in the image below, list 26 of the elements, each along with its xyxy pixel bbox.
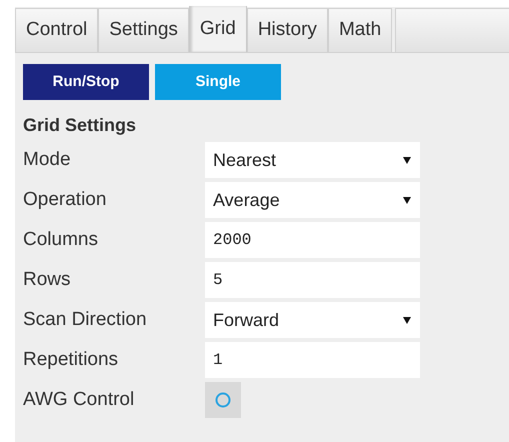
field-label: Mode — [23, 148, 72, 172]
tab[interactable] — [395, 8, 509, 52]
field-label: Operation — [23, 188, 108, 212]
dropdown-field[interactable]: Average — [205, 182, 420, 218]
dropdown-arrow-icon — [402, 155, 412, 165]
dropdown-field[interactable]: Forward — [205, 302, 420, 338]
tab[interactable]: Grid — [188, 6, 247, 52]
field-label: AWG Control — [23, 388, 136, 412]
circle-icon — [215, 392, 231, 408]
input-field[interactable]: 2000 — [205, 222, 420, 258]
section-title: Grid Settings — [23, 114, 138, 137]
field-label: Scan Direction — [23, 308, 148, 332]
toggle-button[interactable] — [205, 382, 241, 418]
field-label: Columns — [23, 228, 99, 252]
tab[interactable]: History — [246, 8, 328, 52]
input-field[interactable]: 5 — [205, 262, 420, 298]
field-label: Repetitions — [23, 348, 120, 372]
tab[interactable]: Settings — [98, 8, 189, 52]
input-field[interactable]: 1 — [205, 342, 420, 378]
tab[interactable]: Math — [328, 8, 392, 52]
tab[interactable]: Control — [15, 8, 98, 52]
dropdown-arrow-icon — [402, 315, 412, 325]
dropdown-field[interactable]: Nearest — [205, 142, 420, 178]
dropdown-arrow-icon — [402, 195, 412, 205]
field-label: Rows — [23, 268, 72, 292]
action-button[interactable]: Run/Stop — [23, 64, 149, 100]
